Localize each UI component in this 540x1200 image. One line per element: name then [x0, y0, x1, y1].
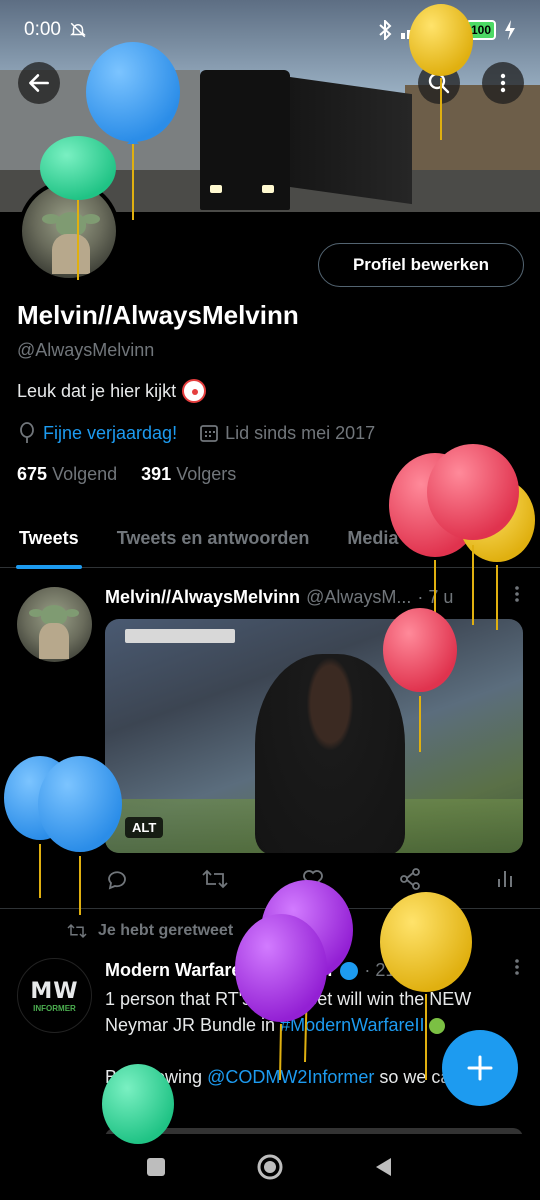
tweet-media[interactable]: ALT	[105, 619, 523, 853]
home-icon[interactable]	[256, 1153, 284, 1181]
battery-indicator: 100	[465, 20, 496, 40]
back-button[interactable]	[18, 62, 60, 104]
balloon-icon	[20, 422, 34, 443]
more-vertical-icon	[515, 959, 519, 975]
analytics-icon[interactable]	[495, 867, 515, 891]
mention-link[interactable]: @CODMW2Informer	[207, 1067, 374, 1087]
tweet-author-avatar[interactable]: MW INFORMER	[17, 958, 92, 1033]
search-icon	[428, 72, 450, 94]
tweet-author-name[interactable]: Melvin//AlwaysMelvinn	[105, 587, 300, 608]
following-label: Volgend	[52, 464, 118, 484]
retweet-notice: Je hebt geretweet	[66, 922, 233, 940]
tweet-author-avatar[interactable]	[17, 587, 92, 662]
tweet-actions	[105, 867, 515, 891]
signal-icon	[400, 22, 423, 39]
tweet-more-button[interactable]	[514, 585, 520, 608]
status-bar: 0:00 100	[0, 0, 540, 60]
joined-date: Lid sinds mei 2017	[225, 422, 376, 443]
more-vertical-icon	[515, 586, 519, 602]
profile-bio: Leuk dat je hier kijkt	[17, 379, 207, 403]
charging-icon	[505, 20, 515, 40]
tweet-author-name[interactable]: Modern Warfare II Informer	[105, 960, 334, 981]
followers-count: 391	[141, 464, 172, 484]
retweet-icon	[67, 923, 87, 939]
avatar-logo-text: MW	[30, 978, 79, 1004]
tweet-header: Melvin//AlwaysMelvinn @AlwaysM... · 7 u	[105, 587, 525, 608]
tab-tweets-and-replies[interactable]: Tweets en antwoorden	[98, 510, 329, 568]
tab-media[interactable]: Media	[328, 510, 417, 568]
profile-meta: Fijne verjaardag! Lid sinds mei 2017	[17, 422, 375, 444]
tweet[interactable]: Melvin//AlwaysMelvinn @AlwaysM... · 7 u …	[0, 569, 540, 909]
edit-profile-button[interactable]: Profiel bewerken	[318, 243, 524, 287]
system-navigation-bar	[0, 1134, 540, 1200]
more-options-button[interactable]	[482, 62, 524, 104]
back-nav-icon[interactable]	[373, 1156, 395, 1178]
heart-icon[interactable]	[301, 867, 325, 891]
tweet-header: Modern Warfare II Informer · 21 nov.	[105, 960, 525, 981]
profile-handle: @AlwaysMelvinn	[17, 340, 155, 360]
alt-badge[interactable]: ALT	[125, 817, 164, 838]
clown-emoji-icon	[182, 379, 207, 403]
tweet-more-button[interactable]	[514, 958, 520, 981]
avatar-logo-subtext: INFORMER	[33, 1003, 76, 1013]
follow-stats: 675 Volgend 391 Volgers	[17, 464, 236, 485]
tweet-time: · 21 nov.	[364, 960, 434, 980]
more-vertical-icon	[500, 73, 506, 93]
tab-tweets[interactable]: Tweets	[0, 510, 98, 569]
retweet-icon[interactable]	[202, 867, 228, 891]
calendar-icon	[200, 425, 218, 442]
tweet-author-handle: @AlwaysM...	[306, 587, 412, 607]
tweet-text-part: Be following	[105, 1067, 208, 1087]
followers-label: Volgers	[176, 464, 237, 484]
retweet-notice-text: Je hebt geretweet	[98, 922, 234, 939]
following-count: 675	[17, 464, 48, 484]
following-link[interactable]: 675 Volgend	[17, 464, 117, 485]
do-not-disturb-icon	[70, 22, 86, 38]
recents-icon[interactable]	[145, 1156, 167, 1178]
profile-tabs: Tweets Tweets en antwoorden Media Vind-	[0, 510, 540, 569]
profile-name: Melvin//AlwaysMelvinn	[17, 300, 299, 330]
reply-icon[interactable]	[105, 867, 129, 891]
search-button[interactable]	[418, 62, 460, 104]
birthday-link[interactable]: Fijne verjaardag!	[43, 423, 177, 444]
verified-badge-icon	[340, 961, 359, 980]
tweet-time: · 7 u	[417, 587, 454, 607]
tab-likes[interactable]: Vind-	[417, 510, 500, 568]
arrow-left-icon	[29, 74, 49, 92]
bio-text: Leuk dat je hier kijkt	[17, 380, 177, 401]
profile-avatar[interactable]	[18, 180, 120, 282]
compose-tweet-button[interactable]	[442, 1030, 518, 1106]
share-icon[interactable]	[398, 867, 422, 891]
hashtag-link[interactable]: #ModernWarfareII	[280, 1015, 424, 1035]
followers-link[interactable]: 391 Volgers	[141, 464, 236, 485]
joker-emoji-icon	[429, 1018, 446, 1035]
status-time: 0:00	[24, 19, 61, 40]
bluetooth-icon	[379, 20, 392, 40]
wifi-icon	[435, 21, 457, 39]
plus-icon	[467, 1055, 493, 1081]
